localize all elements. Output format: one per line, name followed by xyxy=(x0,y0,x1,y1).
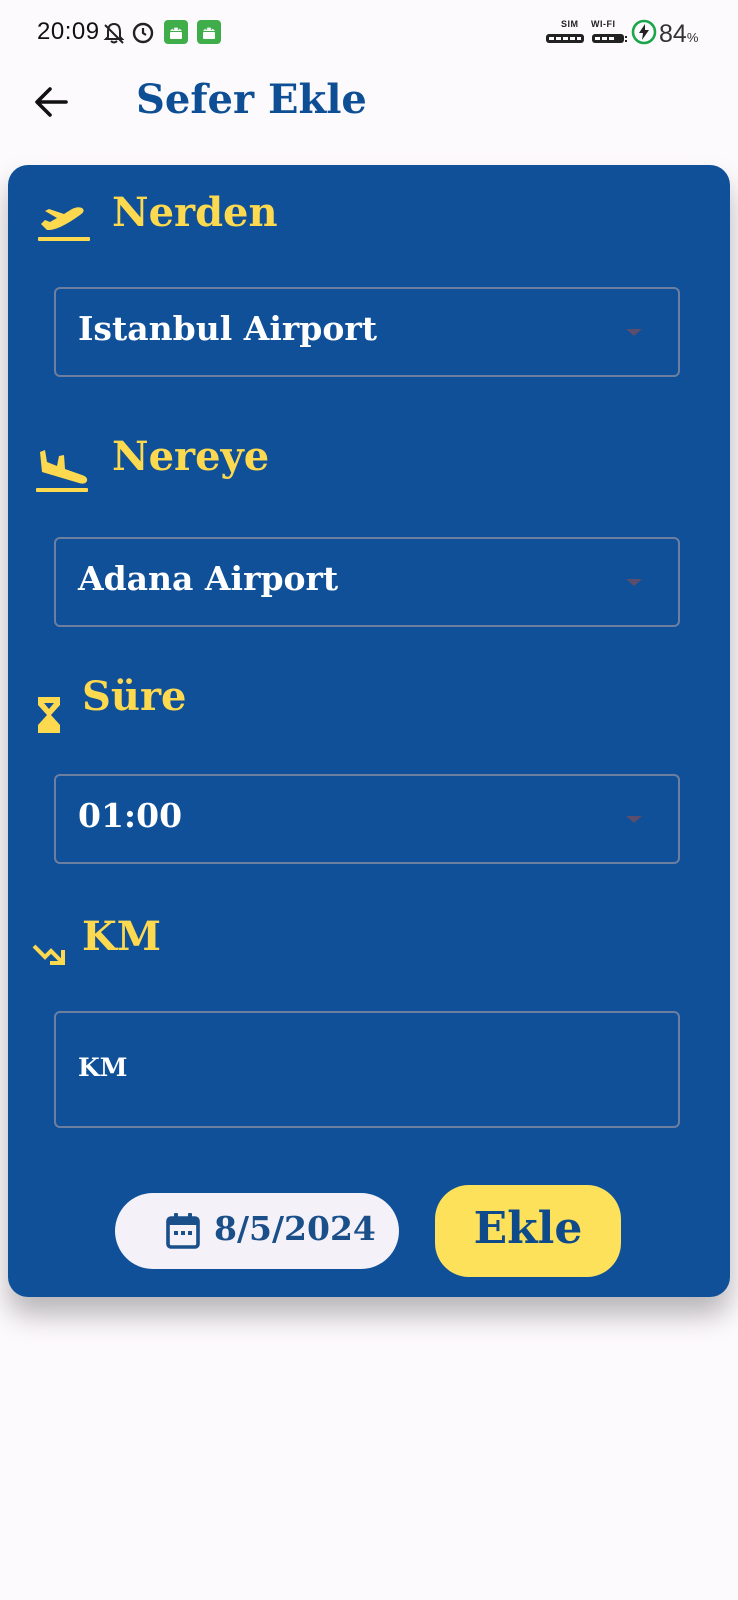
chevron-down-icon xyxy=(626,579,642,586)
trip-form-card: Nerden Istanbul Airport Nereye Adana Air… xyxy=(8,165,730,1297)
duration-value: 01:00 xyxy=(78,796,183,835)
bell-off-icon xyxy=(103,22,125,44)
duration-dropdown[interactable]: 01:00 xyxy=(54,774,680,864)
chevron-down-icon xyxy=(626,816,642,823)
battery-unit: % xyxy=(686,30,699,45)
charging-icon xyxy=(631,19,657,45)
status-time: 20:09 xyxy=(37,18,100,45)
date-value: 8/5/2024 xyxy=(214,1209,376,1248)
android-icon xyxy=(164,20,188,44)
android-icon xyxy=(197,20,221,44)
km-input[interactable]: KM xyxy=(54,1011,680,1128)
duration-label: Süre xyxy=(82,673,187,720)
km-label: KM xyxy=(82,913,162,960)
to-airport-value: Adana Airport xyxy=(78,559,339,598)
add-trip-label: Ekle xyxy=(473,1203,583,1254)
from-airport-value: Istanbul Airport xyxy=(78,309,377,348)
arrow-left-icon xyxy=(35,87,68,117)
calendar-icon xyxy=(166,1213,200,1249)
from-airport-dropdown[interactable]: Istanbul Airport xyxy=(54,287,680,377)
from-label: Nerden xyxy=(112,189,278,236)
chevron-down-icon xyxy=(626,329,642,336)
page-title: Sefer Ekle xyxy=(136,76,367,123)
battery-level: 84% xyxy=(659,20,699,48)
sim-signal-icon xyxy=(546,34,584,43)
flight-takeoff-icon xyxy=(38,207,90,241)
to-label: Nereye xyxy=(112,433,270,480)
back-button[interactable] xyxy=(30,80,74,124)
clock-icon xyxy=(132,22,154,44)
wifi-signal-icon xyxy=(592,34,627,43)
km-placeholder: KM xyxy=(78,1053,128,1082)
status-bar: 20:09 SIM WI-FI 84% xyxy=(0,0,738,64)
trending-down-icon xyxy=(32,944,65,965)
flight-land-icon xyxy=(36,450,88,492)
wifi-label: WI-FI xyxy=(591,19,616,29)
to-airport-dropdown[interactable]: Adana Airport xyxy=(54,537,680,627)
add-trip-button[interactable]: Ekle xyxy=(435,1185,621,1277)
date-picker-button[interactable]: 8/5/2024 xyxy=(115,1193,399,1269)
sim-label: SIM xyxy=(561,19,579,29)
hourglass-icon xyxy=(38,697,60,733)
